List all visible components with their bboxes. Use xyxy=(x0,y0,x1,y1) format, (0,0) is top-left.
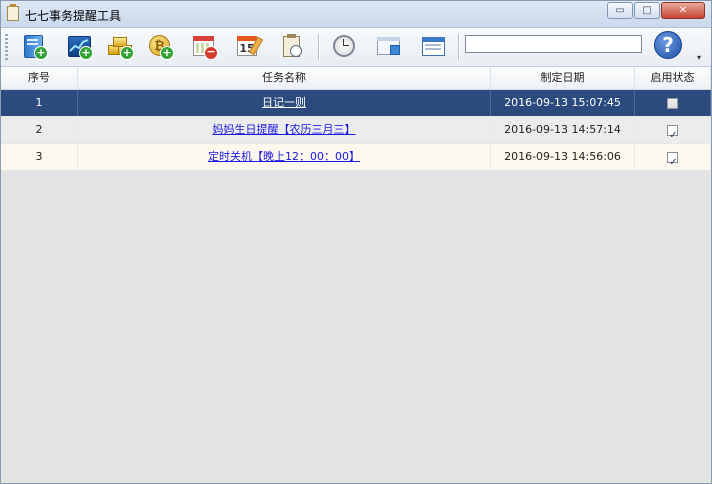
minimize-icon: ▭ xyxy=(615,5,625,16)
schedule-button[interactable] xyxy=(277,31,307,61)
column-header-date[interactable]: 制定日期 xyxy=(491,67,635,89)
table-row[interactable]: 1 日记一则 2016-09-13 15:07:45 xyxy=(1,90,711,117)
column-header-task-name[interactable]: 任务名称 xyxy=(78,67,491,89)
remove-calendar-icon: − xyxy=(192,34,218,60)
maximize-button[interactable]: □ xyxy=(634,2,660,19)
task-name-cell: 日记一则 xyxy=(78,90,491,116)
task-name-cell: 定时关机【晚上12：00：00】 xyxy=(78,144,491,170)
close-button[interactable]: ✕ xyxy=(661,2,705,19)
clock-icon xyxy=(332,34,356,58)
enabled-checkbox[interactable] xyxy=(667,97,678,109)
add-bitcoin-icon: ₿ + xyxy=(148,34,174,60)
minimize-button[interactable]: ▭ xyxy=(607,2,633,19)
add-bitcoin-button[interactable]: ₿ + xyxy=(145,31,175,61)
enabled-checkbox[interactable]: ✓ xyxy=(667,124,678,141)
add-task-button[interactable]: + xyxy=(19,31,49,61)
toolbar: + + + ₿ + − 15 ? ▾ xyxy=(1,28,711,67)
enabled-cell xyxy=(635,90,711,116)
clipboard-clock-icon xyxy=(280,34,304,58)
column-header-index[interactable]: 序号 xyxy=(1,67,78,89)
table-row[interactable]: 2 妈妈生日提醒【农历三月三】 2016-09-13 14:57:14 ✓ xyxy=(1,117,711,144)
task-name-link[interactable]: 日记一则 xyxy=(262,96,306,109)
search-window-button[interactable] xyxy=(374,31,404,61)
window-list-button[interactable] xyxy=(419,31,449,61)
help-button[interactable]: ? xyxy=(654,31,682,59)
calendar-button[interactable]: 15 xyxy=(233,31,264,61)
remove-task-button[interactable]: − xyxy=(189,31,219,61)
add-gold-icon: + xyxy=(108,34,134,60)
clipboard-app-icon xyxy=(7,4,19,21)
search-input[interactable] xyxy=(465,35,642,53)
window-title: 七七事务提醒工具 xyxy=(25,9,122,23)
app-window: 七七事务提醒工具 ▭ □ ✕ + + + ₿ + − 15 ? ▾ 序号 任务名… xyxy=(0,0,712,484)
close-icon: ✕ xyxy=(678,5,688,16)
window-list-icon xyxy=(422,34,446,58)
row-index: 1 xyxy=(1,90,78,116)
enabled-cell: ✓ xyxy=(635,117,711,143)
empty-list-area xyxy=(1,171,711,483)
calendar-pencil-icon: 15 xyxy=(236,34,264,58)
add-stock-button[interactable]: + xyxy=(64,31,94,61)
toolbar-overflow-icon[interactable]: ▾ xyxy=(697,53,701,62)
add-document-icon: + xyxy=(22,34,48,60)
toolbar-separator xyxy=(458,34,460,60)
toolbar-separator xyxy=(318,34,320,60)
window-controls: ▭ □ ✕ xyxy=(607,2,705,19)
enabled-checkbox[interactable]: ✓ xyxy=(667,151,678,168)
add-gold-button[interactable]: + xyxy=(105,31,135,61)
task-name-link[interactable]: 定时关机【晚上12：00：00】 xyxy=(208,150,360,163)
row-index: 3 xyxy=(1,144,78,170)
task-name-link[interactable]: 妈妈生日提醒【农历三月三】 xyxy=(213,123,356,136)
table-header: 序号 任务名称 制定日期 启用状态 xyxy=(1,67,711,90)
task-table: 序号 任务名称 制定日期 启用状态 1 日记一则 2016-09-13 15:0… xyxy=(1,67,711,171)
window-search-icon xyxy=(377,34,401,58)
table-row[interactable]: 3 定时关机【晚上12：00：00】 2016-09-13 14:56:06 ✓ xyxy=(1,144,711,171)
enabled-cell: ✓ xyxy=(635,144,711,170)
task-date: 2016-09-13 14:56:06 xyxy=(491,144,635,170)
maximize-icon: □ xyxy=(642,5,652,16)
title-bar[interactable]: 七七事务提醒工具 ▭ □ ✕ xyxy=(1,1,711,28)
add-stock-chart-icon: + xyxy=(67,34,93,60)
task-date: 2016-09-13 14:57:14 xyxy=(491,117,635,143)
clock-button[interactable] xyxy=(329,31,359,61)
help-icon: ? xyxy=(662,33,674,57)
row-index: 2 xyxy=(1,117,78,143)
toolbar-grip[interactable] xyxy=(5,34,8,60)
task-name-cell: 妈妈生日提醒【农历三月三】 xyxy=(78,117,491,143)
column-header-status[interactable]: 启用状态 xyxy=(635,67,711,89)
task-date: 2016-09-13 15:07:45 xyxy=(491,90,635,116)
